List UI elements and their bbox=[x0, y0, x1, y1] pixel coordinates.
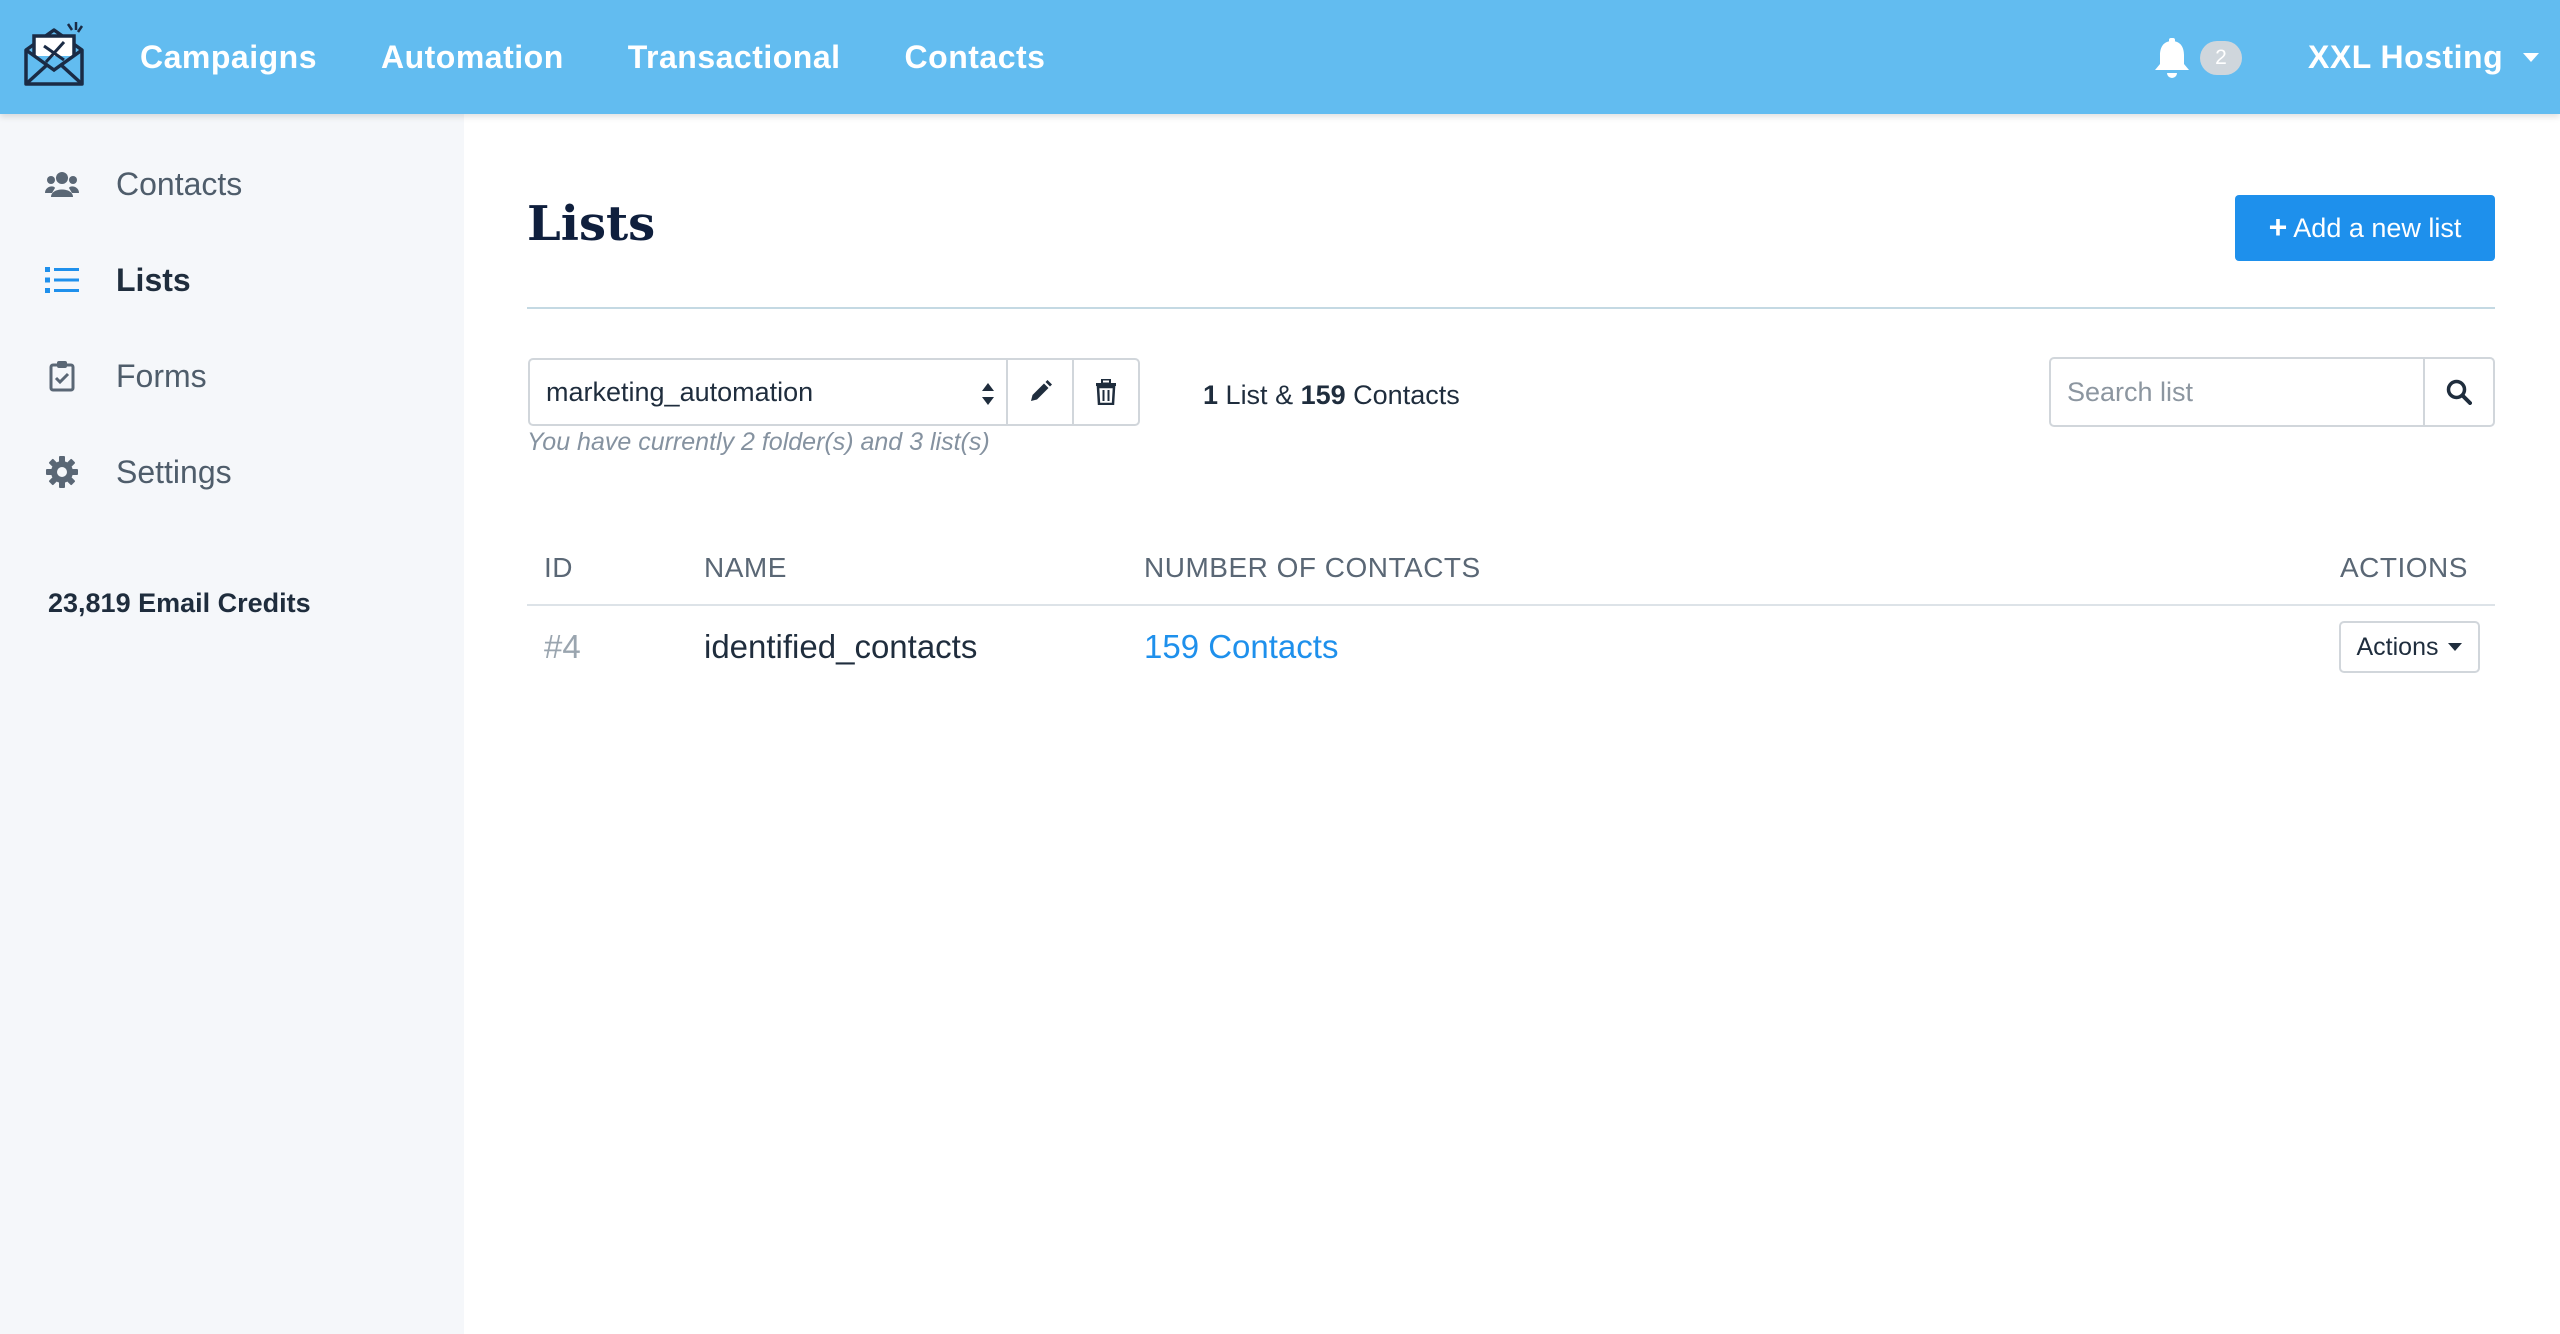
edit-folder-button[interactable] bbox=[1006, 358, 1074, 426]
trash-icon bbox=[1096, 379, 1116, 405]
contact-count: 159 bbox=[1300, 380, 1346, 410]
nav-campaigns[interactable]: Campaigns bbox=[140, 39, 317, 76]
title-divider bbox=[527, 307, 2495, 309]
caret-down-icon bbox=[2448, 643, 2463, 651]
sidebar-item-label: Forms bbox=[116, 357, 207, 394]
folder-hint: You have currently 2 folder(s) and 3 lis… bbox=[527, 428, 990, 456]
nav-contacts[interactable]: Contacts bbox=[905, 39, 1046, 76]
search-box bbox=[2049, 357, 2495, 427]
main-nav: Campaigns Automation Transactional Conta… bbox=[140, 0, 1045, 114]
folder-select-value: marketing_automation bbox=[546, 376, 814, 407]
select-arrows-icon bbox=[982, 383, 994, 405]
sidebar-item-settings[interactable]: Settings bbox=[44, 442, 232, 502]
sidebar-item-label: Lists bbox=[116, 261, 191, 298]
list-count: 1 bbox=[1203, 380, 1219, 410]
sidebar: Contacts Lists Forms Settings 23,819 Ema… bbox=[0, 114, 464, 1334]
add-list-button[interactable]: + Add a new list bbox=[2235, 195, 2495, 261]
sidebar-item-forms[interactable]: Forms bbox=[44, 346, 207, 406]
column-header-contacts: NUMBER OF CONTACTS bbox=[1144, 552, 1481, 583]
page-title: Lists bbox=[527, 196, 656, 252]
chevron-down-icon bbox=[2523, 52, 2540, 62]
nav-transactional[interactable]: Transactional bbox=[628, 39, 841, 76]
column-header-name: NAME bbox=[704, 552, 787, 583]
column-header-actions: ACTIONS bbox=[2340, 552, 2468, 583]
users-icon bbox=[44, 166, 80, 202]
row-actions-button[interactable]: Actions bbox=[2339, 621, 2480, 673]
plus-icon: + bbox=[2268, 208, 2288, 245]
list-word: List & bbox=[1225, 380, 1294, 410]
row-name: identified_contacts bbox=[704, 628, 978, 665]
row-contacts-link[interactable]: 159 Contacts bbox=[1144, 628, 1338, 666]
sidebar-item-contacts[interactable]: Contacts bbox=[44, 154, 242, 214]
list-icon bbox=[44, 262, 80, 298]
bell-icon[interactable] bbox=[2152, 37, 2192, 79]
account-menu[interactable]: XXL Hosting bbox=[2308, 0, 2540, 114]
row-id: #4 bbox=[544, 628, 581, 665]
search-input[interactable] bbox=[2051, 359, 2423, 425]
actions-label: Actions bbox=[2356, 632, 2439, 661]
sidebar-item-label: Settings bbox=[116, 453, 232, 490]
column-header-id: ID bbox=[544, 552, 573, 583]
search-icon bbox=[2446, 379, 2472, 405]
contact-word: Contacts bbox=[1353, 380, 1460, 410]
account-name: XXL Hosting bbox=[2308, 38, 2504, 75]
top-navbar: Campaigns Automation Transactional Conta… bbox=[0, 0, 2560, 114]
nav-automation[interactable]: Automation bbox=[381, 39, 564, 76]
list-summary: 1 List & 159 Contacts bbox=[1203, 380, 1460, 411]
envelope-logo-icon[interactable] bbox=[20, 20, 88, 90]
pencil-icon bbox=[1031, 380, 1052, 401]
sidebar-item-lists[interactable]: Lists bbox=[44, 250, 191, 310]
delete-folder-button[interactable] bbox=[1072, 358, 1140, 426]
email-credits: 23,819 Email Credits bbox=[48, 588, 311, 618]
add-list-label: Add a new list bbox=[2293, 212, 2462, 243]
sidebar-item-label: Contacts bbox=[116, 165, 243, 202]
table-header-divider bbox=[527, 604, 2495, 606]
clipboard-check-icon bbox=[44, 358, 80, 394]
search-button[interactable] bbox=[2423, 359, 2493, 425]
notification-badge[interactable]: 2 bbox=[2200, 41, 2242, 75]
folder-select[interactable]: marketing_automation bbox=[528, 358, 1008, 426]
gear-icon bbox=[44, 454, 80, 490]
